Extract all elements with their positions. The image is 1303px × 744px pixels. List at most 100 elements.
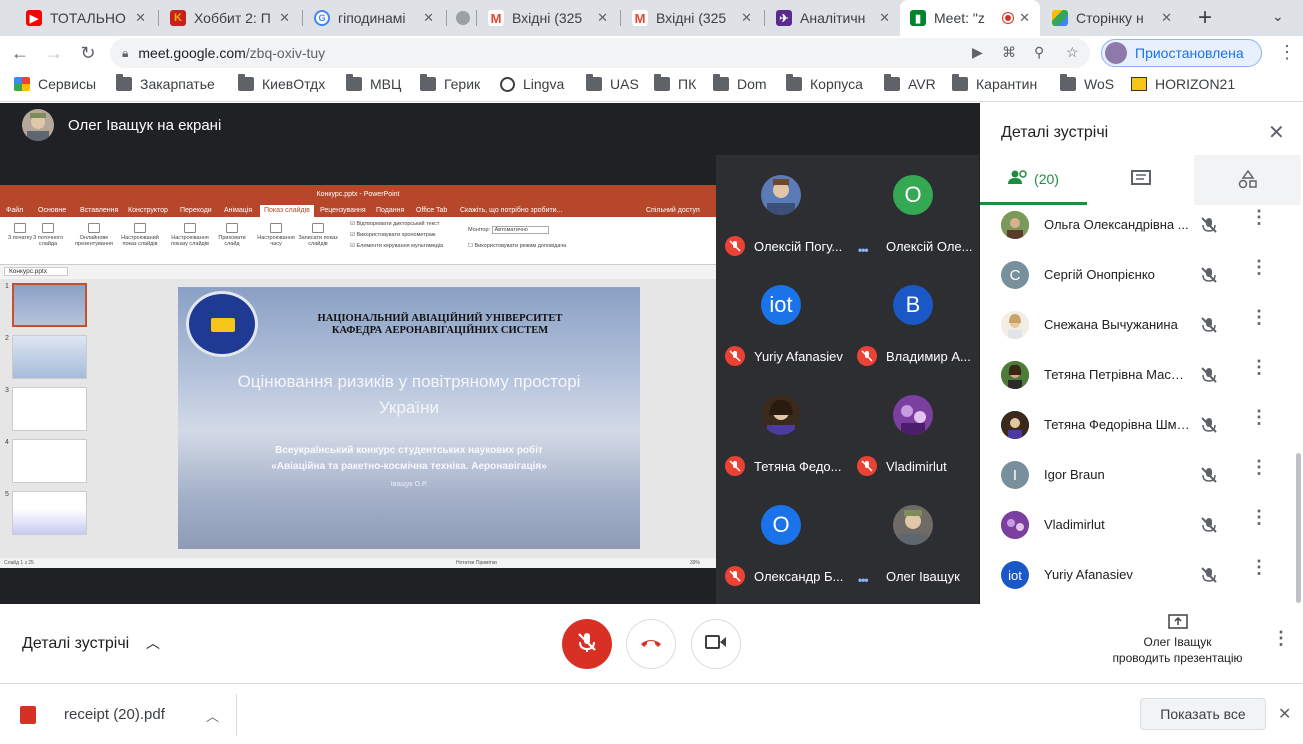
chevron-up-icon[interactable]: ︿ [146, 633, 160, 653]
participant-tile[interactable]: Тетяна Федо... [716, 375, 847, 485]
ppt-menu-item[interactable]: Подання [376, 207, 404, 214]
back-button[interactable]: ← [7, 40, 33, 66]
ppt-monitor[interactable]: Монітор: Автоматично [468, 226, 549, 234]
participant-tile[interactable]: Vladimirlut [848, 375, 979, 485]
reload-button[interactable]: ↻ [75, 40, 101, 66]
ppt-ribbon-button[interactable]: Настроювання показу слайдів [170, 223, 210, 247]
ppt-checkbox[interactable]: ☑ Відтворювати дикторський текст [350, 221, 439, 227]
participant-row[interactable]: Ольга Олександрівна ... ⋮ [980, 201, 1290, 251]
bookmark-services[interactable]: Сервисы [14, 76, 96, 92]
profile-button[interactable]: Приостановлена [1101, 39, 1262, 67]
more-options-icon[interactable]: ⋮ [1250, 208, 1268, 226]
tab-gmail-2[interactable]: M Вхідні (325 ✕ [622, 0, 762, 36]
bookmark-folder[interactable]: Герик [420, 74, 480, 92]
participant-tile[interactable]: О Олександр Б... [716, 485, 847, 595]
more-options-icon[interactable]: ⋮ [1272, 629, 1290, 647]
zoom-icon[interactable]: ⚲ [1034, 44, 1044, 61]
ppt-menu-item[interactable]: Показ слайдів [260, 205, 314, 217]
ppt-ribbon-button[interactable]: Настроюваний показ слайдів [120, 223, 160, 247]
bookmark-folder[interactable]: Закарпатье [116, 74, 215, 92]
close-tab-icon[interactable]: ✕ [423, 10, 434, 26]
bookmark-folder[interactable]: Корпуса [786, 74, 863, 92]
tab-activities[interactable] [1194, 155, 1301, 205]
tab-hobbit[interactable]: K Хоббит 2: П ✕ [160, 0, 300, 36]
participant-tile[interactable]: Олексій Погу... [716, 155, 847, 265]
ppt-menu-item[interactable]: Основне [38, 207, 66, 214]
participant-row[interactable]: С Сергій Онопрієнко ⋮ [980, 251, 1290, 301]
ppt-menu-item[interactable]: Рецензування [320, 207, 366, 214]
participant-row[interactable]: Тетяна Федорівна Шме... ⋮ [980, 401, 1290, 451]
ppt-menu-item[interactable]: Office Tab [416, 207, 447, 214]
tab-search-icon[interactable]: ⌄ [1272, 8, 1284, 25]
ppt-ribbon-button[interactable]: Онлайнове презентування [74, 223, 114, 247]
participant-tile[interactable]: В Владимир А... [848, 265, 979, 375]
participant-row[interactable]: Vladimirlut ⋮ [980, 501, 1290, 551]
close-tab-icon[interactable]: ✕ [279, 10, 290, 26]
close-tab-icon[interactable]: ✕ [1161, 10, 1172, 26]
ppt-ribbon-button[interactable]: З поточного слайда [28, 223, 68, 247]
close-tab-icon[interactable]: ✕ [597, 10, 608, 26]
close-tab-icon[interactable]: ✕ [135, 10, 146, 26]
camera-toggle-button[interactable] [691, 619, 741, 669]
ppt-file-tab[interactable]: Конкурс.pptx [4, 267, 69, 276]
leave-call-button[interactable] [626, 619, 676, 669]
ppt-menu-item[interactable]: Вставлення [80, 207, 118, 214]
bookmark-folder[interactable]: Карантин [952, 74, 1037, 92]
tab-google[interactable]: G гіподинамі ✕ [304, 0, 444, 36]
more-options-icon[interactable]: ⋮ [1250, 308, 1268, 326]
bookmark-folder[interactable]: МВЦ [346, 74, 401, 92]
translate-icon[interactable]: ⌘ [1002, 44, 1016, 61]
ppt-checkbox[interactable]: ☑ Використовувати хронометраж [350, 232, 436, 238]
bookmark-folder[interactable]: WoS [1060, 74, 1114, 92]
tab-youtube[interactable]: ▶ ТОТАЛЬНО ✕ [16, 0, 156, 36]
close-tab-icon[interactable]: ✕ [1019, 10, 1030, 26]
new-tab-button[interactable]: + [1193, 4, 1217, 32]
presentation-status[interactable]: Олег Іващук проводить презентацію [1100, 614, 1255, 666]
address-bar[interactable]: 🔒︎ meet.google.com/zbq-oxiv-tuy ▶ ⌘ ⚲ ☆ [110, 38, 1090, 68]
download-item[interactable]: receipt (20).pdf [64, 706, 165, 723]
bookmark-folder[interactable]: ПК [654, 74, 696, 92]
panel-scrollbar[interactable] [1296, 453, 1301, 603]
bookmark-horizon[interactable]: HORIZON21 [1131, 76, 1235, 92]
tab-gmail-1[interactable]: M Вхідні (325 ✕ [478, 0, 618, 36]
slide-thumbnail[interactable] [12, 439, 87, 483]
slide-thumbnail[interactable] [12, 283, 87, 327]
ppt-menu-item[interactable]: Переходи [180, 207, 212, 214]
mic-toggle-button[interactable] [562, 619, 612, 669]
close-tab-icon[interactable]: ✕ [879, 10, 890, 26]
chevron-up-icon[interactable]: ︿ [206, 706, 219, 725]
participant-tile[interactable]: ••• Олег Іващук [848, 485, 979, 595]
more-options-icon[interactable]: ⋮ [1250, 458, 1268, 476]
participant-tile[interactable]: iot Yuriy Afanasiev [716, 265, 847, 375]
slide-thumbnail[interactable] [12, 387, 87, 431]
more-options-icon[interactable]: ⋮ [1250, 358, 1268, 376]
tab-loading[interactable] [446, 0, 474, 36]
more-options-icon[interactable]: ⋮ [1250, 258, 1268, 276]
bookmark-star-icon[interactable]: ☆ [1066, 44, 1079, 61]
forward-button[interactable]: → [41, 40, 67, 66]
ppt-menu-item[interactable]: Скажіть, що потрібно зробити... [460, 207, 562, 214]
tab-drive[interactable]: Сторінку н ✕ [1042, 0, 1182, 36]
close-icon[interactable]: ✕ [1268, 120, 1285, 145]
ppt-ribbon-button[interactable]: Настроювання часу [256, 223, 296, 247]
slide-thumbnail[interactable] [12, 491, 87, 535]
bookmark-folder[interactable]: Dom [713, 74, 767, 92]
meeting-details-button[interactable]: Деталі зустрічі [22, 635, 129, 653]
more-options-icon[interactable]: ⋮ [1250, 408, 1268, 426]
tab-people[interactable]: (20) [980, 155, 1087, 205]
ppt-checkbox[interactable]: ☑ Елементи керування мультимедіа [350, 243, 443, 249]
slide-thumbnail[interactable] [12, 335, 87, 379]
participant-row[interactable]: I Igor Braun ⋮ [980, 451, 1290, 501]
camera-icon[interactable]: ▶ [972, 44, 983, 61]
ppt-menu-item[interactable]: Анімація [224, 207, 252, 214]
ppt-menu-item[interactable]: Конструктор [128, 207, 168, 214]
close-icon[interactable]: ✕ [1278, 704, 1291, 724]
show-all-downloads-button[interactable]: Показать все [1140, 698, 1266, 730]
tab-chat[interactable] [1087, 155, 1194, 205]
ppt-ribbon-button[interactable]: Приховати слайд [212, 223, 252, 247]
bookmark-folder[interactable]: КиевОтдх [238, 74, 325, 92]
bookmark-lingva[interactable]: Lingva [500, 76, 564, 92]
participant-row[interactable]: Тетяна Петрівна Маслак ⋮ [980, 351, 1290, 401]
close-tab-icon[interactable]: ✕ [741, 10, 752, 26]
ppt-menu-item[interactable]: Спільний доступ [646, 207, 700, 214]
